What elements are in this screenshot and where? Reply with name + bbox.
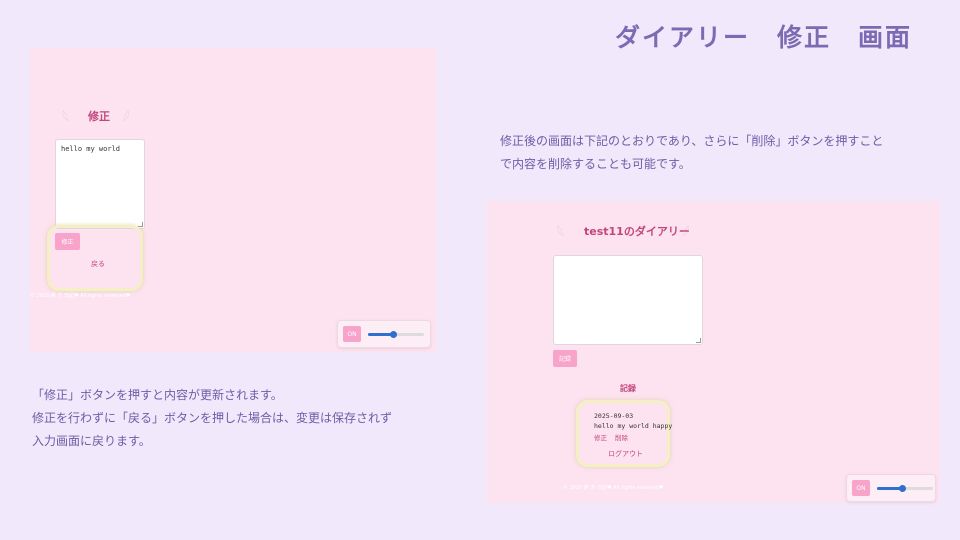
left-description-line: 修正を行わずに「戻る」ボタンを押した場合は、変更は保存されず xyxy=(32,410,393,425)
edit-entry-link[interactable]: 修正 xyxy=(594,432,607,442)
right-wing-icon: 𓆪 xyxy=(122,111,130,126)
diary-screen-heading: test11のダイアリー xyxy=(584,225,690,238)
entry-text: hello my world happy xyxy=(594,422,673,430)
footer-copyright: © 2025 終 方 日記♥ All rights reserved♥ xyxy=(563,485,664,491)
entry-date: 2025-09-03 xyxy=(594,412,634,420)
delete-entry-link[interactable]: 削除 xyxy=(615,432,628,442)
right-description-line: 修正後の画面は下記のとおりであり、さらに「削除」ボタンを押すこと xyxy=(500,134,884,148)
volume-slider[interactable] xyxy=(368,331,424,338)
diary-textarea[interactable]: hello my world xyxy=(55,139,145,229)
toggle-on-button[interactable]: ON xyxy=(343,326,361,342)
right-description-line: で内容を削除することも可能です。 xyxy=(500,157,691,172)
theme-toggle-widget: ON xyxy=(337,320,431,348)
edit-screen-screenshot: 𓆩 修正 𓆪 hello my world 修正 戻る © 2025 終 方 日… xyxy=(30,48,436,352)
right-wing-icon: 𓆪 xyxy=(682,226,690,241)
left-description-line: 「修正」ボタンを押すと内容が更新されます。 xyxy=(32,388,283,402)
footer-copyright: © 2025 終 方 日記♥ All rights reserved♥ xyxy=(30,293,131,299)
diary-screen-screenshot: 𓆩 test11のダイアリー 𓆪 記録 記録 2025-09-03 hello … xyxy=(487,201,940,503)
update-button[interactable]: 修正 xyxy=(55,233,80,250)
slide-title: ダイアリー 修正 画面 xyxy=(614,23,912,52)
diary-textarea[interactable] xyxy=(553,255,703,345)
left-wing-icon: 𓆩 xyxy=(62,111,70,126)
textarea-value: hello my world xyxy=(61,145,121,153)
slider-thumb[interactable] xyxy=(390,331,398,338)
records-heading: 記録 xyxy=(620,384,636,393)
volume-slider[interactable] xyxy=(877,485,933,492)
theme-toggle-widget: ON xyxy=(846,474,936,502)
record-button[interactable]: 記録 xyxy=(553,350,577,367)
left-description: 「修正」ボタンを押すと内容が更新されます。 修正を行わずに「戻る」ボタンを押した… xyxy=(32,384,392,452)
slider-thumb[interactable] xyxy=(899,485,907,492)
toggle-on-button[interactable]: ON xyxy=(852,480,870,496)
back-link[interactable]: 戻る xyxy=(91,259,105,269)
edit-screen-heading: 修正 xyxy=(88,110,110,123)
left-wing-icon: 𓆩 xyxy=(557,226,565,241)
logout-link[interactable]: ログアウト xyxy=(608,449,643,459)
resize-grip-icon[interactable] xyxy=(696,338,701,343)
left-description-line: 入力画面に戻ります。 xyxy=(32,433,151,448)
resize-grip-icon[interactable] xyxy=(138,222,143,227)
right-description: 修正後の画面は下記のとおりであり、さらに「削除」ボタンを押すこと で内容を削除す… xyxy=(500,130,883,177)
